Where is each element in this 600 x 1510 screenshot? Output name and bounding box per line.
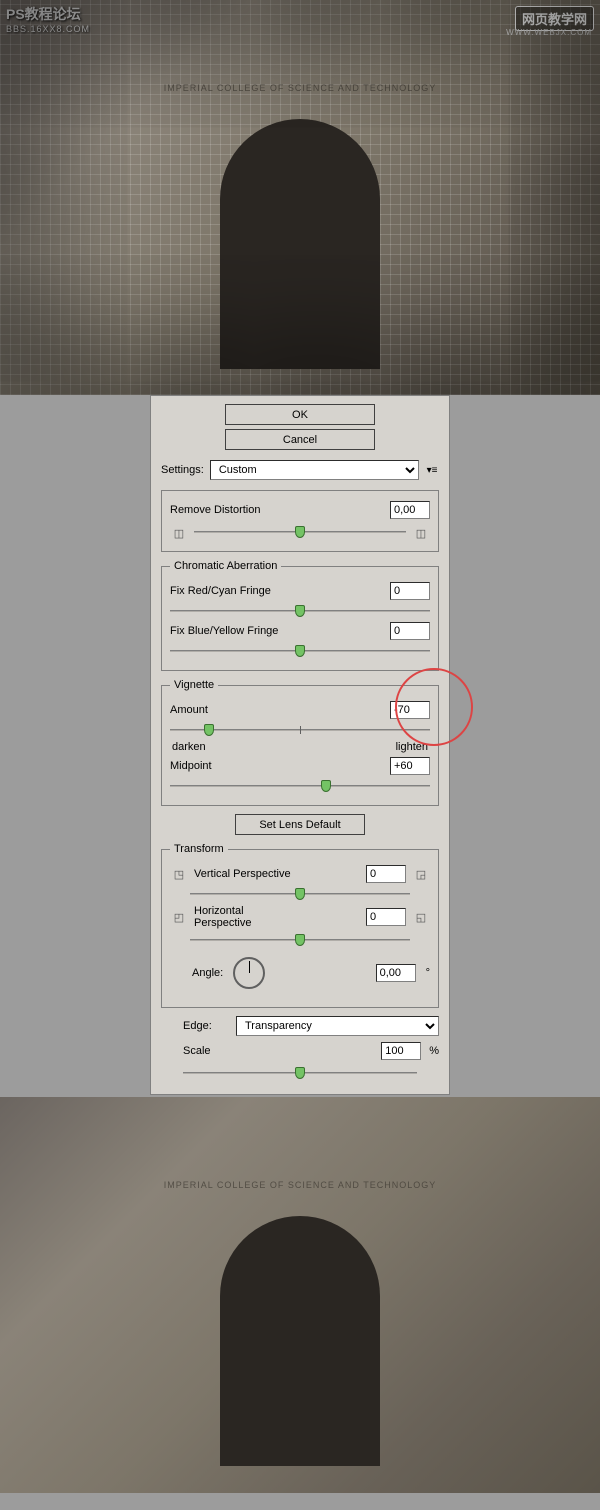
hpersp-slider[interactable] xyxy=(190,933,410,947)
building-facade: IMPERIAL COLLEGE OF SCIENCE AND TECHNOLO… xyxy=(0,0,600,395)
result-image-bottom: IMPERIAL COLLEGE OF SCIENCE AND TECHNOLO… xyxy=(0,1097,600,1493)
scale-input[interactable] xyxy=(381,1042,421,1060)
vignette-midpoint-slider[interactable] xyxy=(170,779,430,793)
hpersp-right-icon: ◱ xyxy=(412,910,430,924)
settings-select[interactable]: Custom xyxy=(210,460,419,480)
chromatic-legend: Chromatic Aberration xyxy=(170,560,281,572)
vignette-amount-label: Amount xyxy=(170,704,290,716)
settings-label: Settings: xyxy=(161,464,204,476)
red-cyan-input[interactable] xyxy=(390,582,430,600)
settings-menu-icon[interactable]: ▾≡ xyxy=(425,465,439,476)
vignette-midpoint-label: Midpoint xyxy=(170,760,290,772)
vignette-amount-input[interactable] xyxy=(390,701,430,719)
remove-distortion-label: Remove Distortion xyxy=(170,504,290,516)
watermark-right: 网页教学网 xyxy=(515,6,594,31)
remove-distortion-input[interactable] xyxy=(390,501,430,519)
red-cyan-slider[interactable] xyxy=(170,604,430,618)
vignette-amount-slider[interactable] xyxy=(170,723,430,737)
watermark-right-sub: WWW.WEBJX.COM xyxy=(506,28,592,37)
vpersp-bottom-icon: ◲ xyxy=(412,867,430,881)
remove-distortion-group: Remove Distortion ◫ ◫ xyxy=(161,490,439,552)
vpersp-top-icon: ◳ xyxy=(170,867,188,881)
scale-unit: % xyxy=(429,1045,439,1057)
building-inscription-result: IMPERIAL COLLEGE OF SCIENCE AND TECHNOLO… xyxy=(164,1180,437,1190)
red-cyan-label: Fix Red/Cyan Fringe xyxy=(170,585,290,597)
transform-legend: Transform xyxy=(170,843,228,855)
preview-image-top: IMPERIAL COLLEGE OF SCIENCE AND TECHNOLO… xyxy=(0,0,600,395)
vignette-group: Vignette Amount darken lighten Midpoint xyxy=(161,679,439,806)
hpersp-input[interactable] xyxy=(366,908,406,926)
vpersp-slider[interactable] xyxy=(190,887,410,901)
darken-label: darken xyxy=(172,741,206,753)
edge-select[interactable]: Transparency xyxy=(236,1016,439,1036)
vpersp-label: Vertical Perspective xyxy=(194,868,304,880)
angle-label: Angle: xyxy=(192,967,223,979)
scale-slider[interactable] xyxy=(183,1066,417,1080)
set-lens-default-button[interactable]: Set Lens Default xyxy=(235,814,365,835)
lighten-label: lighten xyxy=(396,741,428,753)
angle-dial[interactable] xyxy=(233,957,265,989)
watermark-left: PS教程论坛 BBS.16XX8.COM xyxy=(6,4,90,34)
hpersp-left-icon: ◰ xyxy=(170,910,188,924)
vignette-legend: Vignette xyxy=(170,679,218,691)
vpersp-input[interactable] xyxy=(366,865,406,883)
pincushion-icon: ◫ xyxy=(412,526,430,540)
remove-distortion-slider[interactable] xyxy=(194,525,406,539)
vignette-midpoint-input[interactable] xyxy=(390,757,430,775)
ok-button[interactable]: OK xyxy=(225,404,375,425)
building-inscription: IMPERIAL COLLEGE OF SCIENCE AND TECHNOLO… xyxy=(164,83,437,93)
building-arch-result xyxy=(220,1216,380,1466)
chromatic-aberration-group: Chromatic Aberration Fix Red/Cyan Fringe… xyxy=(161,560,439,671)
angle-input[interactable] xyxy=(376,964,416,982)
transform-group: Transform ◳ Vertical Perspective ◲ ◰ Hor… xyxy=(161,843,439,1008)
lens-correction-dialog: OK Cancel Settings: Custom ▾≡ Remove Dis… xyxy=(150,395,450,1095)
blue-yellow-input[interactable] xyxy=(390,622,430,640)
cancel-button[interactable]: Cancel xyxy=(225,429,375,450)
blue-yellow-slider[interactable] xyxy=(170,644,430,658)
building-facade-result: IMPERIAL COLLEGE OF SCIENCE AND TECHNOLO… xyxy=(0,1097,600,1493)
angle-unit: ° xyxy=(426,967,430,979)
hpersp-label: Horizontal Perspective xyxy=(194,905,304,929)
barrel-icon: ◫ xyxy=(170,526,188,540)
building-arch xyxy=(220,119,380,369)
edge-label: Edge: xyxy=(183,1020,228,1032)
scale-label: Scale xyxy=(183,1045,228,1057)
blue-yellow-label: Fix Blue/Yellow Fringe xyxy=(170,625,290,637)
